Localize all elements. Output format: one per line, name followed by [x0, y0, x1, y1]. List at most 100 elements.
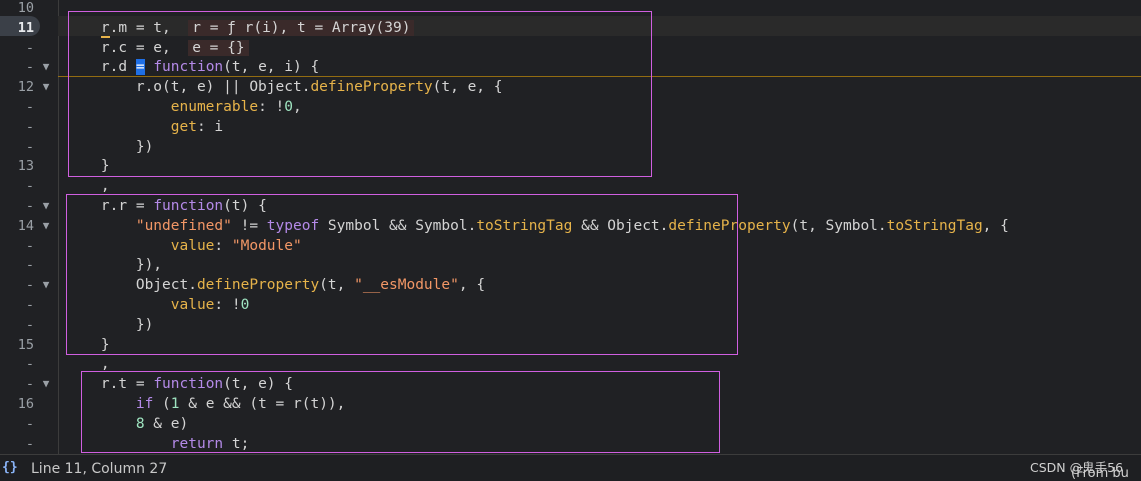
code-line[interactable]: - enumerable: !0,: [0, 97, 1141, 117]
code-line[interactable]: - get: i: [0, 117, 1141, 137]
code-token: t;: [223, 435, 250, 452]
fold-arrow-icon[interactable]: ▼: [40, 77, 52, 97]
code-line[interactable]: 15 }: [0, 335, 1141, 355]
code-token: & e && (t = r(t)),: [179, 396, 346, 412]
inline-value-hint: e = {}: [188, 39, 249, 56]
line-number[interactable]: -: [0, 196, 34, 216]
code-text: r.c = e, e = {}: [66, 38, 249, 58]
code-token: }: [66, 336, 110, 353]
code-token: (t, e, {: [432, 79, 503, 96]
code-token: function: [153, 198, 224, 214]
code-line[interactable]: 16 if (1 & e && (t = r(t)),: [0, 394, 1141, 414]
code-line[interactable]: - ,: [0, 176, 1141, 196]
fold-arrow-icon[interactable]: ▼: [40, 275, 52, 295]
code-line[interactable]: - return t;: [0, 434, 1141, 454]
code-line[interactable]: 14 ▼ "undefined" != typeof Symbol && Symb…: [0, 216, 1141, 236]
code-token: defineProperty: [668, 217, 791, 234]
line-number[interactable]: 10: [0, 0, 34, 18]
code-token: get: [170, 118, 197, 135]
code-token: Symbol && Symbol.: [319, 217, 477, 234]
code-token: ,: [66, 178, 110, 195]
code-text: }): [66, 315, 153, 335]
fold-arrow-icon[interactable]: ▼: [40, 216, 52, 236]
line-number[interactable]: -: [0, 354, 34, 374]
line-number[interactable]: -: [0, 236, 34, 256]
line-number[interactable]: 11: [0, 18, 34, 38]
code-text: return t;: [66, 434, 250, 454]
code-token: r: [100, 19, 110, 38]
code-token: :: [214, 237, 232, 254]
code-line[interactable]: - value: !0: [0, 295, 1141, 315]
code-line[interactable]: - ,: [0, 354, 1141, 374]
code-token: , {: [982, 217, 1009, 234]
code-text: r.o(t, e) || Object.defineProperty(t, e,…: [66, 77, 503, 97]
code-line[interactable]: - ▼ r.d = function(t, e, i) {: [0, 57, 1141, 77]
line-number[interactable]: 15: [0, 335, 34, 355]
code-token: value: [170, 237, 215, 254]
code-token: function: [153, 59, 224, 76]
code-token: "__esModule": [354, 277, 459, 294]
code-line[interactable]: - 8 & e): [0, 414, 1141, 434]
code-token: r.o(t, e) || Object.: [66, 79, 311, 96]
line-number[interactable]: -: [0, 275, 34, 295]
code-token: if: [135, 396, 154, 412]
code-line[interactable]: 13 }: [0, 156, 1141, 176]
code-token: defineProperty: [310, 79, 433, 96]
fold-arrow-icon[interactable]: ▼: [40, 374, 52, 394]
code-token: 0: [284, 99, 294, 115]
line-number[interactable]: -: [0, 434, 34, 454]
code-line[interactable]: 10: [0, 0, 1141, 18]
code-line[interactable]: 12 ▼ r.o(t, e) || Object.defineProperty(t…: [0, 77, 1141, 97]
status-bar: {} Line 11, Column 27 CSDN @鬼手56 (From b…: [0, 454, 1141, 481]
code-text: }: [66, 156, 110, 176]
line-number[interactable]: 12: [0, 77, 34, 97]
line-number[interactable]: -: [0, 97, 34, 117]
code-line[interactable]: - r.c = e, e = {}: [0, 38, 1141, 58]
code-token: && Object.: [572, 217, 669, 234]
line-number[interactable]: -: [0, 117, 34, 137]
line-number[interactable]: -: [0, 295, 34, 315]
code-token: "Module": [231, 237, 302, 254]
code-line[interactable]: - ▼ r.t = function(t, e) {: [0, 374, 1141, 394]
line-number[interactable]: -: [0, 137, 34, 157]
code-text: r.r = function(t) {: [66, 196, 267, 216]
line-number[interactable]: -: [0, 176, 34, 196]
line-number[interactable]: 16: [0, 394, 34, 414]
code-line[interactable]: - ▼ Object.defineProperty(t, "__esModule"…: [0, 275, 1141, 295]
code-text: value: "Module": [66, 236, 302, 256]
code-token: ,: [66, 356, 110, 373]
code-text: r.m = t, r = ƒ r(i), t = Array(39): [66, 18, 415, 38]
line-number[interactable]: -: [0, 374, 34, 394]
pretty-print-icon[interactable]: {}: [2, 460, 18, 475]
line-number[interactable]: -: [0, 255, 34, 275]
source-link[interactable]: (From bu: [1071, 466, 1129, 481]
code-text: "undefined" != typeof Symbol && Symbol.t…: [66, 216, 1009, 236]
fold-arrow-icon[interactable]: ▼: [40, 57, 52, 77]
line-number[interactable]: 14: [0, 216, 34, 236]
line-number[interactable]: -: [0, 315, 34, 335]
code-token: (: [153, 396, 171, 412]
code-editor[interactable]: 10 11 r.m = t, r = ƒ r(i), t = Array(39) -…: [0, 0, 1141, 454]
code-line[interactable]: - }): [0, 315, 1141, 335]
code-line[interactable]: - ▼ r.r = function(t) {: [0, 196, 1141, 216]
code-token: toStringTag: [476, 217, 573, 234]
code-token: !=: [231, 217, 267, 234]
code-text: }),: [66, 255, 162, 275]
line-number[interactable]: -: [0, 57, 34, 77]
code-line[interactable]: 11 r.m = t, r = ƒ r(i), t = Array(39): [0, 18, 1141, 38]
code-token: (t, e, i) {: [223, 59, 320, 76]
code-token: typeof: [266, 217, 320, 234]
code-token: }),: [66, 257, 163, 274]
fold-arrow-icon[interactable]: ▼: [40, 196, 52, 216]
code-line[interactable]: - }): [0, 137, 1141, 157]
line-number[interactable]: -: [0, 38, 34, 58]
line-number[interactable]: -: [0, 414, 34, 434]
code-line[interactable]: - value: "Module": [0, 236, 1141, 256]
line-number[interactable]: 13: [0, 156, 34, 176]
code-line[interactable]: - }),: [0, 255, 1141, 275]
code-text: 8 & e): [66, 414, 188, 434]
